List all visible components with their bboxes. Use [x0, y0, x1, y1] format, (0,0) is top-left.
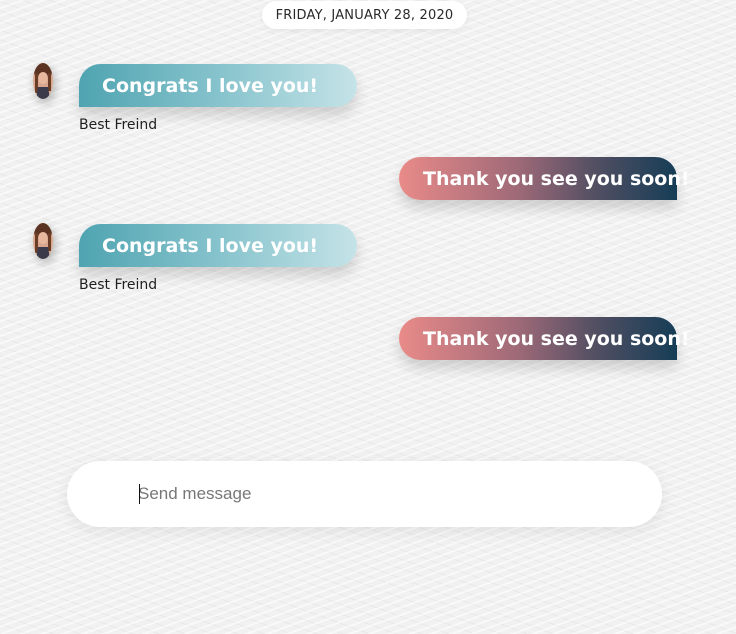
incoming-message-bubble[interactable]: Congrats I love you! — [79, 224, 357, 267]
text-caret — [139, 484, 140, 504]
message-sender-name: Best Freind — [79, 117, 158, 133]
date-divider: FRIDAY, JANUARY 28, 2020 — [262, 1, 467, 29]
message-sender-name: Best Freind — [79, 277, 158, 293]
message-composer — [67, 461, 662, 527]
outgoing-message-bubble[interactable]: Thank you see you soon! — [399, 157, 690, 200]
contact-avatar[interactable] — [33, 63, 53, 99]
outgoing-message-bubble[interactable]: Thank you see you soon! — [399, 317, 690, 360]
incoming-message-bubble[interactable]: Congrats I love you! — [79, 64, 357, 107]
message-input[interactable] — [138, 480, 618, 508]
contact-avatar[interactable] — [33, 223, 53, 259]
